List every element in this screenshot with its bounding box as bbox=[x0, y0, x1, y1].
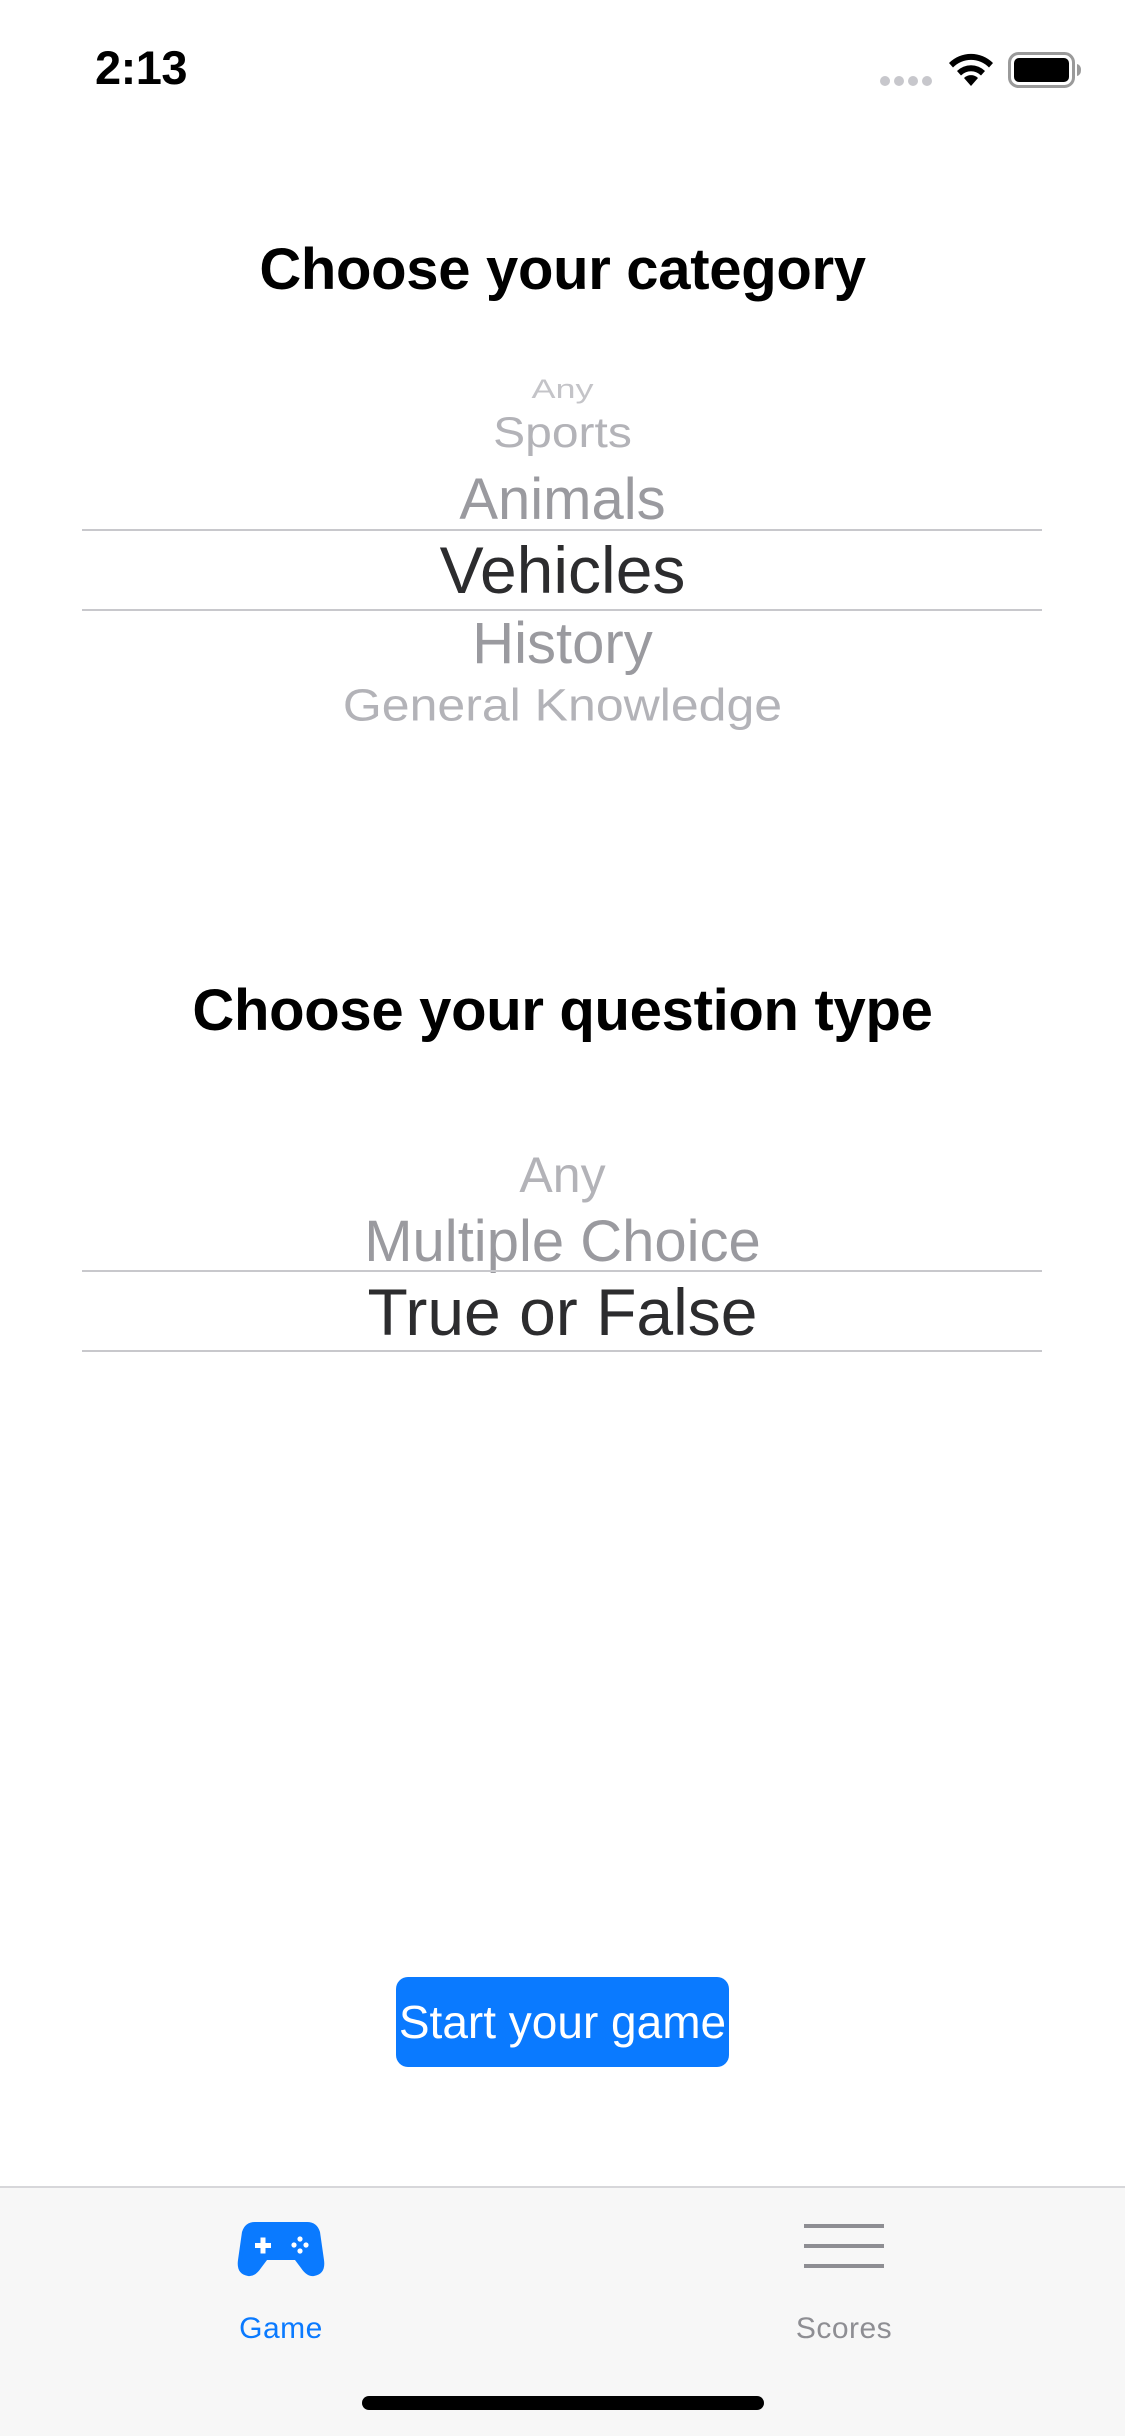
wifi-icon bbox=[949, 53, 993, 86]
category-option-sports[interactable]: Sports bbox=[0, 409, 1125, 457]
screen: 2:13 Choose your category Any Sports Ani… bbox=[0, 0, 1125, 2436]
start-game-button[interactable]: Start your game bbox=[396, 1977, 729, 2067]
gamecontroller-icon bbox=[237, 2222, 325, 2277]
tab-scores[interactable]: Scores bbox=[563, 2188, 1125, 2368]
category-option-animals[interactable]: Animals bbox=[0, 466, 1125, 533]
battery-icon bbox=[1008, 52, 1081, 88]
picker-selection-line-bottom bbox=[82, 1350, 1042, 1352]
tab-game[interactable]: Game bbox=[0, 2188, 562, 2368]
picker-selection-line-top bbox=[82, 529, 1042, 531]
picker-selection-line-top bbox=[82, 1270, 1042, 1272]
home-indicator bbox=[362, 2396, 764, 2410]
cellular-signal-icon bbox=[880, 76, 932, 88]
question-type-option-any[interactable]: Any bbox=[0, 1146, 1125, 1204]
question-type-option-true-or-false-selected[interactable]: True or False bbox=[0, 1274, 1125, 1350]
tab-scores-label: Scores bbox=[795, 2312, 893, 2345]
category-option-general-knowledge[interactable]: General Knowledge bbox=[0, 679, 1125, 731]
tab-game-label: Game bbox=[239, 2312, 323, 2345]
category-option-vehicles-selected[interactable]: Vehicles bbox=[0, 532, 1125, 608]
status-bar: 2:13 bbox=[0, 0, 1125, 132]
category-title: Choose your category bbox=[259, 237, 866, 302]
question-type-option-multiple-choice[interactable]: Multiple Choice bbox=[0, 1208, 1125, 1275]
category-option-any[interactable]: Any bbox=[0, 373, 1125, 405]
list-icon bbox=[804, 2224, 884, 2268]
status-time: 2:13 bbox=[95, 41, 188, 94]
question-type-title: Choose your question type bbox=[192, 978, 933, 1043]
category-option-history[interactable]: History bbox=[0, 610, 1125, 677]
